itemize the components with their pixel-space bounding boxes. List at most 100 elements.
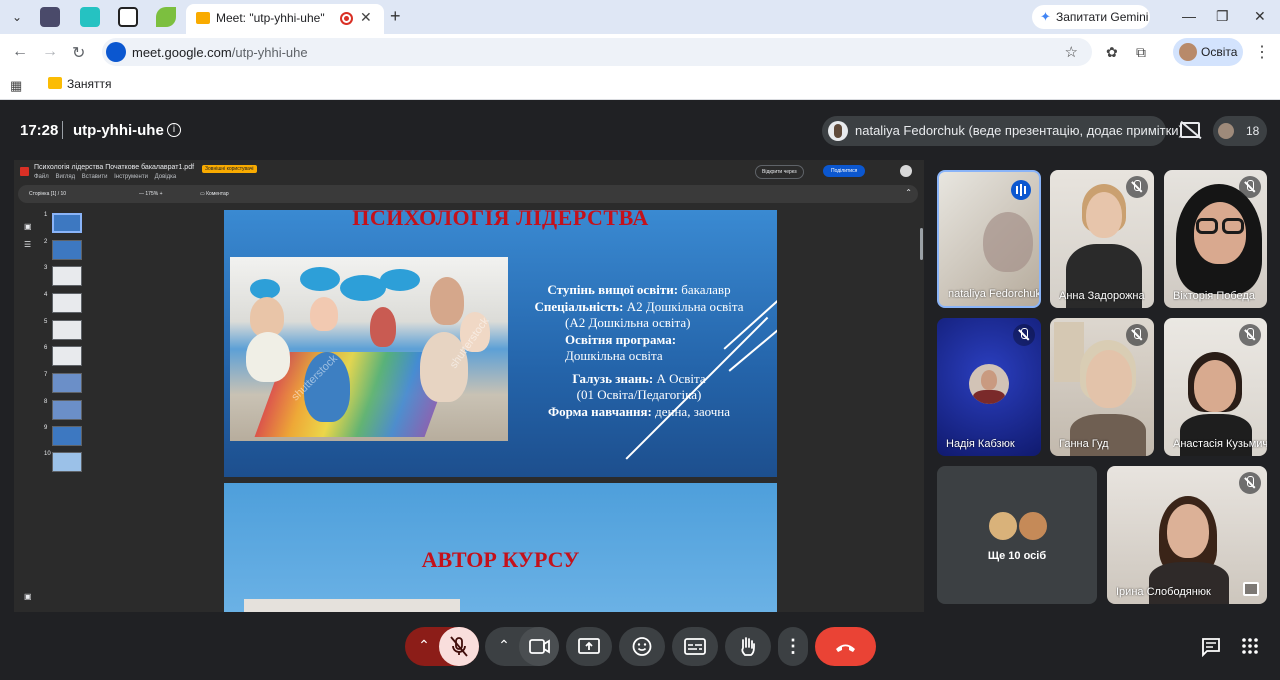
menu-view[interactable]: Вигляд xyxy=(55,174,75,180)
tab-search-icon[interactable]: ⌄ xyxy=(8,8,26,26)
site-info-icon[interactable] xyxy=(106,42,126,62)
browser-menu-icon[interactable]: ⋮ xyxy=(1254,42,1270,62)
pdf-bottom-icon[interactable]: ▣ xyxy=(24,592,32,601)
thumb-number: 1 xyxy=(44,212,48,218)
browser-tab-bar: ⌄ Meet: "utp-yhhi-uhe" ✕ + ✦ Запитати Ge… xyxy=(0,0,1280,34)
participant-avatar xyxy=(987,510,1019,542)
participant-tile[interactable]: Надія Кабзюк xyxy=(937,318,1041,456)
pinned-tab-1[interactable] xyxy=(40,7,60,27)
thumbnail-7[interactable] xyxy=(52,373,82,393)
pdf-side-icons: ▣ ☰ xyxy=(24,218,32,254)
participant-avatar xyxy=(969,364,1009,404)
close-tab-icon[interactable]: ✕ xyxy=(360,9,372,26)
pinned-tab-3[interactable] xyxy=(118,7,138,27)
captions-icon xyxy=(684,638,706,655)
raise-hand-button[interactable] xyxy=(725,627,771,666)
thumbnail-1[interactable] xyxy=(52,213,82,233)
bookmark-zanyattya[interactable]: Заняття xyxy=(48,77,112,91)
more-participants-tile[interactable]: Ще 10 осіб xyxy=(937,466,1097,604)
thumb-number: 2 xyxy=(44,239,48,245)
camera-control-group: ⌃ xyxy=(485,627,559,666)
reactions-button[interactable] xyxy=(619,627,665,666)
chat-button[interactable] xyxy=(1201,637,1221,662)
meeting-time: 17:28 xyxy=(20,122,59,139)
share-button[interactable]: Поділитися xyxy=(823,165,866,177)
gemini-button[interactable]: ✦ Запитати Gemini xyxy=(1032,5,1150,29)
pinned-tab-4[interactable] xyxy=(156,7,176,27)
back-icon[interactable]: ← xyxy=(12,43,28,61)
thumbnail-2[interactable] xyxy=(52,240,82,260)
slide-info-text: Ступінь вищої освіти: бакалавр Спеціальн… xyxy=(534,282,744,419)
new-tab-button[interactable]: + xyxy=(390,6,401,27)
mic-toggle-button[interactable] xyxy=(439,627,479,666)
participant-tile[interactable]: Ірина Слободянюк xyxy=(1107,466,1267,604)
open-with-button[interactable]: Відкрити через xyxy=(755,165,804,179)
external-users-badge: Зовнішні користувачі xyxy=(202,165,257,173)
profile-avatar xyxy=(1179,43,1197,61)
reload-icon[interactable]: ↻ xyxy=(72,43,85,63)
meeting-code: utp-yhhi-uhe xyxy=(73,122,164,139)
classroom-photo: shutterstock shutterstock xyxy=(230,257,508,441)
thumb-number: 3 xyxy=(44,265,48,271)
stop-presenting-icon[interactable] xyxy=(1180,122,1200,138)
pip-icon[interactable] xyxy=(1243,582,1259,596)
thumbnail-8[interactable] xyxy=(52,400,82,420)
thumbnails-icon[interactable]: ▣ xyxy=(24,218,32,236)
outline-icon[interactable]: ☰ xyxy=(24,236,32,254)
pdf-menu: Файл Вигляд Вставити Інструменти Довідка xyxy=(34,174,176,180)
participant-tile[interactable]: Вікторія Победа xyxy=(1164,170,1267,308)
chat-icon xyxy=(1202,638,1220,658)
leave-call-button[interactable] xyxy=(815,627,876,666)
menu-insert[interactable]: Вставити xyxy=(82,174,108,180)
activities-button[interactable] xyxy=(1241,637,1259,660)
pdf-user-avatar[interactable] xyxy=(900,165,912,177)
mic-options-chevron-icon[interactable]: ⌃ xyxy=(413,637,435,654)
scrollbar[interactable] xyxy=(920,228,923,260)
active-tab[interactable]: Meet: "utp-yhhi-uhe" ✕ xyxy=(186,4,384,34)
meeting-info-icon[interactable]: i xyxy=(167,123,181,137)
mic-control-group: ⌃ xyxy=(405,627,479,666)
participants-button[interactable]: 18 xyxy=(1213,116,1267,146)
participant-name: Анастасія Кузьмич xyxy=(1173,438,1267,450)
thumbnail-5[interactable] xyxy=(52,320,82,340)
present-button[interactable] xyxy=(566,627,612,666)
apps-grid-icon[interactable]: ▦ xyxy=(10,78,22,94)
extension-icon[interactable]: ✿ xyxy=(1106,44,1118,61)
thumbnail-9[interactable] xyxy=(52,426,82,446)
omnibox[interactable]: meet.google.com/utp-yhhi-uhe ☆ xyxy=(102,38,1092,66)
thumb-number: 5 xyxy=(44,319,48,325)
participant-tile[interactable]: Анастасія Кузьмич xyxy=(1164,318,1267,456)
thumbnail-3[interactable] xyxy=(52,266,82,286)
bookmark-star-icon[interactable]: ☆ xyxy=(1065,43,1078,61)
menu-help[interactable]: Довідка xyxy=(155,174,177,180)
presenter-chip[interactable]: nataliya Fedorchuk (веде презентацію, до… xyxy=(822,116,1183,146)
pinned-tab-2[interactable] xyxy=(80,7,100,27)
extensions-puzzle-icon[interactable]: ⧉ xyxy=(1136,44,1146,61)
camera-toggle-button[interactable] xyxy=(519,627,559,666)
comment-button[interactable]: ▭ Коментар xyxy=(200,191,229,197)
menu-file[interactable]: Файл xyxy=(34,174,49,180)
zoom-level[interactable]: — 175% + xyxy=(139,191,163,197)
participant-name: Анна Задорожна xyxy=(1059,290,1145,302)
forward-icon[interactable]: → xyxy=(42,43,58,61)
minimize-button[interactable]: — xyxy=(1182,8,1196,24)
thumbnail-4[interactable] xyxy=(52,293,82,313)
participant-tile[interactable]: nataliya Fedorchuk xyxy=(937,170,1041,308)
thumbnail-10[interactable] xyxy=(52,452,82,472)
captions-button[interactable] xyxy=(672,627,718,666)
page-indicator: Сторінка [1] / 10 xyxy=(29,191,67,197)
thumbnail-6[interactable] xyxy=(52,346,82,366)
slide-2: АВТОР КУРСУ xyxy=(224,483,777,612)
profile-button[interactable]: Освіта xyxy=(1173,38,1243,66)
collapse-icon[interactable]: ⌃ xyxy=(905,188,912,197)
camera-options-chevron-icon[interactable]: ⌃ xyxy=(493,637,515,654)
more-options-button[interactable]: ⋮ xyxy=(778,627,808,666)
close-window-button[interactable]: ✕ xyxy=(1254,8,1266,25)
camera-icon xyxy=(529,639,550,654)
emoji-icon xyxy=(632,637,652,656)
participant-tile[interactable]: Ганна Гуд xyxy=(1050,318,1154,456)
participant-name: nataliya Fedorchuk xyxy=(948,288,1040,300)
menu-tools[interactable]: Інструменти xyxy=(114,174,148,180)
maximize-button[interactable]: ❐ xyxy=(1216,8,1229,25)
participant-tile[interactable]: Анна Задорожна xyxy=(1050,170,1154,308)
